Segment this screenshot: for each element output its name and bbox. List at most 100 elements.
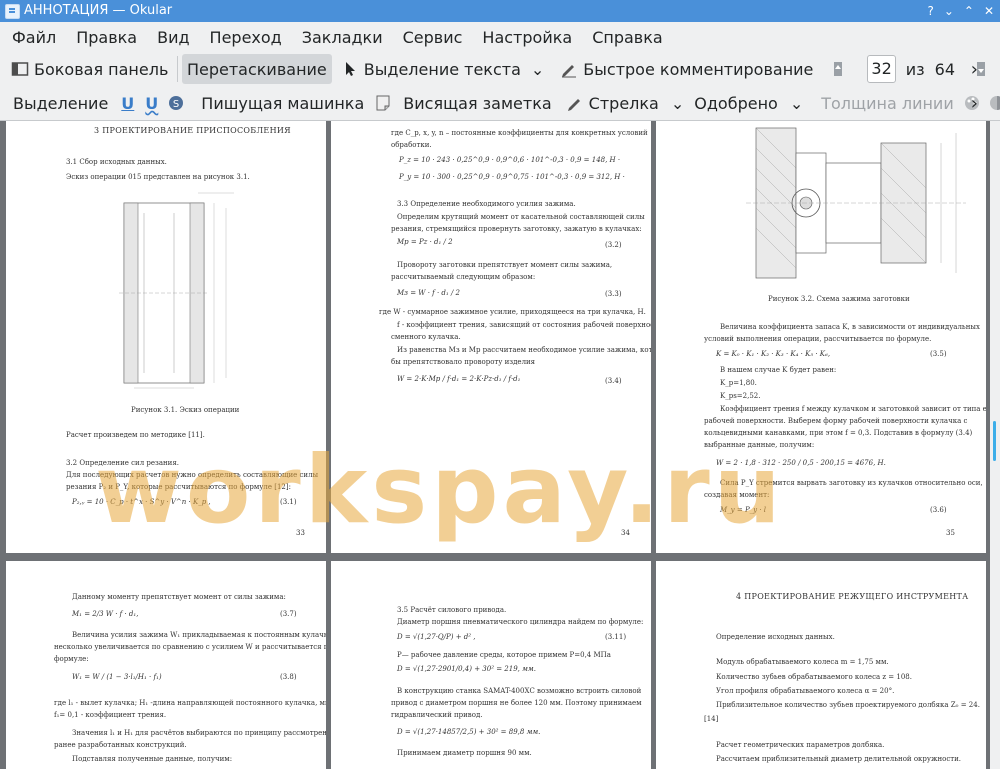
arrow-label: Стрелка	[588, 93, 659, 113]
line-width-label: Толщина линии	[821, 93, 954, 113]
page-number-input[interactable]: 32	[867, 55, 896, 83]
text-line: Принимаем диаметр поршня 90 мм.	[397, 749, 532, 757]
menu-edit[interactable]: Правка	[68, 28, 145, 47]
sidebar-button[interactable]: Боковая панель	[6, 54, 173, 84]
stamp-button[interactable]: Одобрено ⌄	[689, 88, 808, 118]
menu-file[interactable]: Файл	[4, 28, 64, 47]
text-line: Определим крутящий момент от касательной…	[397, 213, 645, 221]
text-line: Провороту заготовки препятствует момент …	[397, 261, 613, 269]
formula: D = √(1,27·Q/P) + d² ,	[397, 633, 476, 641]
menu-bookmarks[interactable]: Закладки	[294, 28, 391, 47]
formula: P_y = 10 · 300 · 0,25^0,9 · 0,9^0,75 · 1…	[399, 173, 625, 181]
cursor-icon	[341, 60, 359, 78]
minimize-icon[interactable]: ⌄	[944, 0, 954, 22]
popup-note-button[interactable]: Висящая заметка	[369, 88, 556, 118]
page-up-icon	[829, 60, 847, 78]
formula-fraction: Mр = Pz · d₁ / 2	[397, 238, 453, 246]
text-line: 3.3 Определение необходимого усилия зажи…	[397, 200, 576, 208]
close-icon[interactable]: ✕	[984, 0, 994, 22]
formula-number: (3.5)	[930, 350, 947, 358]
quick-annotation-button[interactable]: Быстрое комментирование	[555, 54, 818, 84]
page-number: 35	[946, 529, 955, 537]
text-line: Эскиз операции 015 представлен на рисуно…	[66, 173, 250, 181]
chevron-down-icon[interactable]: ⌄	[671, 94, 684, 113]
text-select-button[interactable]: Выделение текста ⌄	[336, 54, 550, 84]
menu-settings[interactable]: Настройка	[474, 28, 580, 47]
toolbar-overflow-button[interactable]: ›	[971, 59, 978, 80]
text-line: f₁= 0,1 - коэффициент трения.	[54, 711, 167, 719]
opacity-icon[interactable]	[988, 94, 1000, 112]
text-line: гидравлический привод.	[391, 711, 483, 719]
text-line: Данному моменту препятствует момент от с…	[72, 593, 286, 601]
text-line: бы препятствовало провороту изделия	[391, 358, 536, 366]
formula: D = √(1,27·2901/0,4) + 30² = 219, мм.	[397, 665, 536, 673]
menu-go[interactable]: Переход	[202, 28, 290, 47]
page-total-label: 64	[934, 59, 955, 79]
underline-icon[interactable]: U	[121, 94, 134, 113]
arrow-button[interactable]: Стрелка ⌄	[561, 88, 690, 118]
typewriter-label: Пишущая машинка	[201, 93, 365, 113]
formula-number: (3.6)	[930, 506, 947, 514]
figure-caption: Рисунок 3.2. Схема зажима заготовки	[768, 295, 910, 303]
menu-help[interactable]: Справка	[584, 28, 671, 47]
chevron-down-icon[interactable]: ⌄	[790, 94, 803, 113]
text-line: резания P₂ и P_Y, которые рассчитываются…	[66, 483, 291, 491]
typewriter-button[interactable]: Пишущая машинка	[196, 88, 369, 118]
formula: K = K₀ · K₁ · K₂ · K₃ · K₄ · K₅ · K₆,	[716, 350, 831, 358]
document-view[interactable]: 3 ПРОЕКТИРОВАНИЕ ПРИСПОСОБЛЕНИЯ 3.1 Сбор…	[0, 121, 990, 769]
formula-fraction: W = 2·K·Mр / f·d₁ = 2·K·Pz·d₁ / f·d₁	[397, 375, 521, 383]
svg-text:S: S	[173, 99, 179, 110]
title-bar: АННОТАЦИЯ — Okular ? ⌄ ⌃ ✕	[0, 0, 1000, 22]
sidebar-label: Боковая панель	[34, 59, 169, 79]
scrollbar-thumb[interactable]	[993, 421, 996, 461]
text-line: K_ps=2,52.	[720, 392, 761, 400]
text-line: В конструкцию станка SAMAT-400ХС возможн…	[397, 687, 642, 695]
highlight-button[interactable]: Выделение	[8, 88, 113, 118]
formula-fraction: W₁ = W / (1 − 3·l₁/H₁ · f₁)	[72, 673, 162, 681]
formula: P₂,ᵧ = 10 · C_p · t^x · S^y · V^n · K_p …	[72, 498, 211, 506]
toolbar-overflow-button[interactable]: ›	[971, 93, 978, 114]
formula-number: (3.1)	[280, 498, 297, 506]
menu-tools[interactable]: Сервис	[395, 28, 471, 47]
text-line: условий выполнения операции, рассчитывае…	[704, 335, 932, 343]
text-line: где W - суммарное зажимное усилие, прихо…	[379, 308, 646, 316]
page-38: 4 ПРОЕКТИРОВАНИЕ РЕЖУЩЕГО ИНСТРУМЕНТА Оп…	[656, 561, 986, 769]
text-line: Диаметр поршня пневматического цилиндра …	[397, 618, 644, 626]
chevron-down-icon[interactable]: ⌄	[531, 60, 544, 79]
formula: M₁ = 2/3 W · f · d₁,	[72, 610, 139, 618]
page-of-label: из	[905, 59, 925, 79]
line-width-button[interactable]: Толщина линии	[816, 88, 959, 118]
text-line: Значения l₁ и H₁ для расчётов выбираются…	[72, 729, 326, 737]
squiggle-icon[interactable]: U	[145, 94, 158, 113]
text-line: рабочей поверхности. Выберем форму рабоч…	[704, 417, 968, 425]
text-line: Сила P_Y стремится вырвать заготовку из …	[720, 479, 983, 487]
page-34: где C_p, x, y, n – постоянные коэффициен…	[331, 121, 651, 553]
drag-mode-button[interactable]: Перетаскивание	[181, 54, 332, 84]
maximize-icon[interactable]: ⌃	[964, 0, 974, 22]
formula: W = 2 · 1,8 · 312 · 250 / 0,5 · 200,15 =…	[716, 459, 886, 467]
help-icon[interactable]: ?	[927, 0, 933, 22]
strikeout-icon[interactable]: S	[167, 94, 185, 112]
formula: M_y = P_y · l	[720, 506, 767, 514]
text-line: создавая момент:	[704, 491, 770, 499]
text-line: Определение исходных данных.	[716, 633, 835, 641]
previous-page-button[interactable]	[824, 54, 857, 84]
pen-icon	[560, 60, 578, 78]
page-36: Данному моменту препятствует момент от с…	[6, 561, 326, 769]
text-line: ранее разработанных конструкций.	[54, 741, 187, 749]
figure-caption: Рисунок 3.1. Эскиз операции	[131, 406, 240, 414]
menu-view[interactable]: Вид	[149, 28, 197, 47]
text-line: 3.2 Определение сил резания.	[66, 459, 179, 467]
text-line: несколько увеличивается по сравнению с у…	[54, 643, 326, 651]
sidebar-icon	[11, 60, 29, 78]
formula-number: (3.11)	[605, 633, 627, 641]
quick-annotation-label: Быстрое комментирование	[583, 59, 814, 79]
formula: P_z = 10 · 243 · 0,25^0,9 · 0,9^0,6 · 10…	[399, 156, 621, 164]
text-line: где C_p, x, y, n – постоянные коэффициен…	[391, 129, 648, 137]
formula-number: (3.3)	[605, 290, 622, 298]
formula-number: (3.7)	[280, 610, 297, 618]
operation-sketch-drawing	[119, 192, 234, 389]
pen-icon	[566, 94, 584, 112]
text-line: Величина усилия зажима W₁ прикладываемая…	[72, 631, 326, 639]
vertical-scrollbar[interactable]	[990, 121, 1000, 769]
